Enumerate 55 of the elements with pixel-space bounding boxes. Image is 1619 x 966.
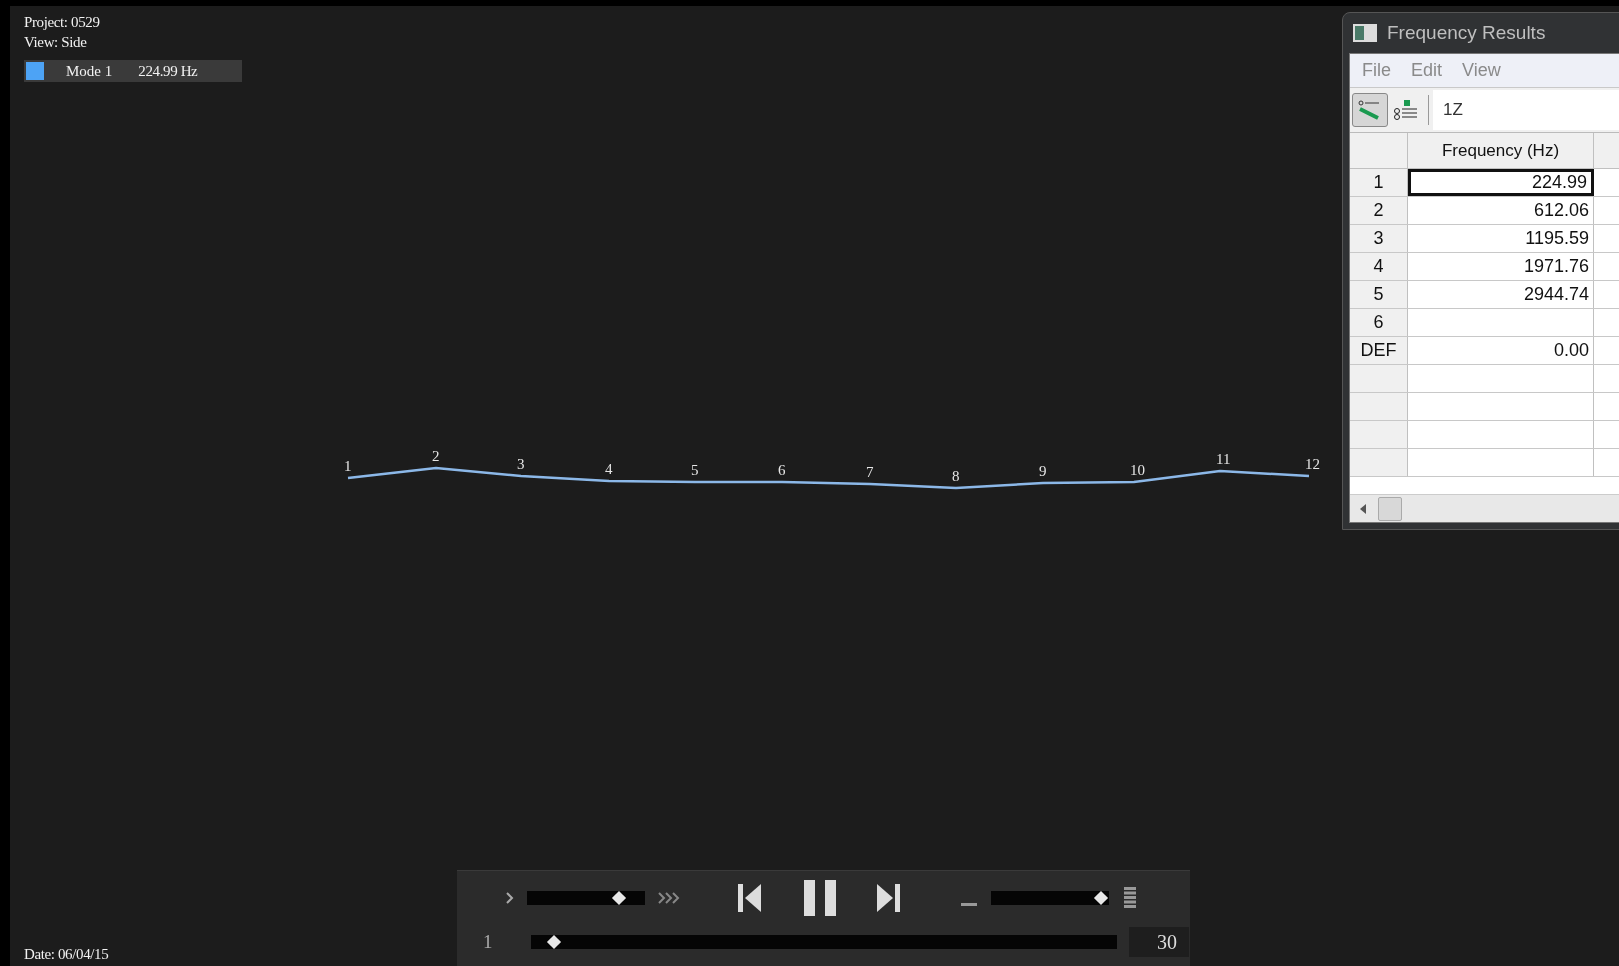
row-header[interactable]: DEF — [1350, 337, 1408, 364]
volume-low-icon[interactable] — [961, 903, 977, 907]
table-cell[interactable]: 2944.74 — [1408, 281, 1594, 308]
volume-high-icon[interactable] — [1123, 887, 1137, 909]
toolbar-button[interactable] — [1352, 93, 1388, 127]
node-label: 1 — [344, 458, 352, 474]
fast-forward-icon[interactable] — [657, 891, 681, 905]
row-header[interactable]: 1 — [1350, 169, 1408, 196]
frame-start-label: 1 — [483, 929, 494, 954]
row-header[interactable]: 6 — [1350, 309, 1408, 336]
table-cell[interactable]: 0.00 — [1408, 337, 1594, 364]
pause-button[interactable] — [803, 879, 837, 917]
scroll-left-icon[interactable] — [1360, 503, 1366, 514]
table-cell[interactable]: 612.06 — [1408, 197, 1594, 224]
window-app-icon — [1353, 24, 1377, 42]
node-label: 7 — [866, 464, 874, 480]
numbered-list-icon — [1393, 99, 1419, 121]
node-label: 2 — [432, 448, 440, 464]
volume-slider[interactable] — [991, 891, 1109, 905]
node-label: 6 — [778, 462, 786, 478]
table-cell[interactable]: 1971.76 — [1408, 253, 1594, 280]
skip-start-button[interactable] — [737, 882, 763, 914]
scroll-thumb[interactable] — [1378, 496, 1402, 521]
skip-end-icon — [875, 882, 901, 914]
date-label: Date: 06/04/15 — [24, 944, 110, 964]
node-label: 12 — [1305, 456, 1320, 472]
frame-end-field[interactable]: 30 — [1129, 927, 1189, 957]
node-label: 10 — [1130, 462, 1145, 478]
frequency-label: 224.99 Hz — [138, 62, 198, 81]
frame-slider[interactable] — [531, 935, 1117, 949]
node-label: 8 — [952, 468, 960, 484]
row-header[interactable]: 5 — [1350, 281, 1408, 308]
pause-icon — [803, 879, 837, 917]
view-label: View: Side — [24, 33, 87, 52]
speed-slider[interactable] — [527, 891, 645, 905]
table-cell[interactable]: 224.99 — [1408, 169, 1594, 196]
horizontal-scrollbar[interactable] — [1350, 494, 1619, 522]
node-label: 3 — [517, 456, 525, 472]
project-label: Project: 0529 — [24, 13, 100, 32]
slider-thumb[interactable] — [1093, 890, 1108, 906]
skip-start-icon — [737, 882, 763, 914]
skip-end-button[interactable] — [875, 882, 901, 914]
table-cell[interactable]: 1195.59 — [1408, 225, 1594, 252]
row-header[interactable]: 3 — [1350, 225, 1408, 252]
row-header[interactable]: 4 — [1350, 253, 1408, 280]
window-title: Frequency Results — [1387, 20, 1546, 45]
row-header[interactable]: 2 — [1350, 197, 1408, 224]
mode-field[interactable]: 1Z — [1433, 90, 1619, 130]
node-label: 11 — [1216, 451, 1231, 467]
slider-thumb[interactable] — [547, 934, 562, 950]
node-label: 9 — [1039, 463, 1047, 479]
chevron-right-icon[interactable] — [505, 891, 515, 905]
mode-label: Mode 1 — [66, 62, 113, 81]
node-label: 4 — [605, 461, 613, 477]
node-label: 5 — [691, 462, 699, 478]
